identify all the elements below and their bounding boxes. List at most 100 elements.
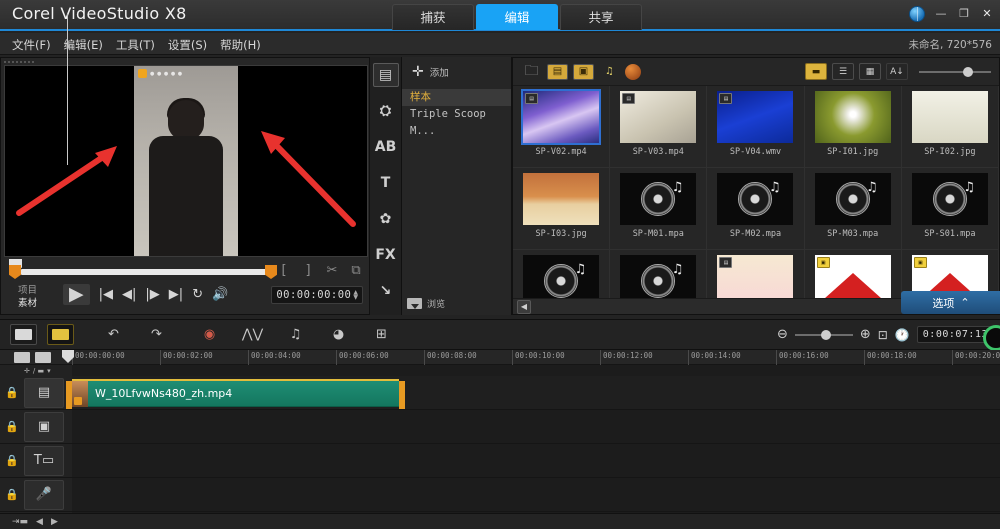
media-icon[interactable]: ▤ — [373, 63, 399, 87]
timecode-stepper[interactable]: ▲▼ — [353, 290, 358, 300]
lock-icon[interactable]: 🔒 — [0, 420, 24, 433]
next-frame-button[interactable]: |▶ — [145, 288, 159, 301]
mark-in-button[interactable]: [ — [277, 263, 291, 278]
remove-track-icon[interactable]: / ▬ — [33, 367, 44, 375]
library-folder-sample[interactable]: 样本 — [402, 89, 511, 106]
library-thumbnail[interactable]: ▣ — [815, 255, 891, 300]
scrub-track[interactable] — [21, 269, 276, 275]
plus-icon[interactable]: ✛ — [412, 67, 424, 77]
fit-project-button[interactable]: ⊡ — [878, 328, 888, 342]
library-thumbnail[interactable] — [815, 91, 891, 143]
library-thumbnail[interactable]: ▤ — [717, 255, 793, 300]
title-track-icon[interactable]: T▭ — [24, 446, 64, 476]
library-item[interactable]: SP-I02.jpg — [902, 86, 999, 168]
fx-icon[interactable]: FX — [373, 243, 399, 267]
globe-icon[interactable] — [909, 6, 925, 22]
library-thumbnail[interactable]: ♫ — [717, 173, 793, 225]
auto-music-button[interactable]: ♫ — [282, 324, 309, 345]
thumbnail-view-button[interactable]: ▬ — [805, 63, 827, 80]
add-track-icon[interactable]: ✛ — [24, 367, 30, 375]
repeat-button[interactable]: ↻ — [192, 288, 203, 301]
library-thumbnail[interactable]: ♫ — [620, 255, 696, 300]
library-item[interactable]: ▤ SP-V02.mp4 — [513, 86, 610, 168]
redo-button[interactable]: ↷ — [143, 324, 170, 345]
record-capture-button[interactable]: ◉ — [196, 324, 223, 345]
library-thumbnail[interactable]: ▤ — [523, 91, 599, 143]
library-folder-triplescoop[interactable]: Triple Scoop M... — [402, 106, 511, 123]
record-indicator-icon[interactable] — [983, 325, 1000, 351]
track-manager-icon[interactable] — [35, 352, 51, 363]
transition-icon[interactable]: ⛭ — [373, 99, 399, 123]
motion-tracking-button[interactable]: ◕ — [325, 324, 352, 345]
step-tab-share[interactable]: 共享 — [560, 4, 642, 30]
preview-scrubber[interactable]: [ ] ✂ ⧉ — [1, 259, 371, 281]
library-thumbnail[interactable]: ▤ — [620, 91, 696, 143]
timeline-clip[interactable]: W_10LfvwNs480_zh.mp4 — [72, 379, 399, 407]
track-header-video[interactable]: 🔒 ▤ — [0, 376, 72, 410]
title-ab-icon[interactable]: AB — [373, 135, 399, 159]
color-filter-icon[interactable] — [625, 64, 641, 80]
mode-clip-label[interactable]: 素材 — [18, 297, 37, 310]
minimize-button[interactable]: — — [934, 7, 948, 21]
path-icon[interactable]: ↘ — [373, 279, 399, 303]
lane-overlay[interactable] — [72, 410, 1000, 444]
timeline-view-button[interactable] — [47, 324, 74, 345]
video-filter-icon[interactable]: ▤ — [547, 64, 568, 80]
multitrim-button[interactable]: ⊞ — [368, 324, 395, 345]
image-filter-icon[interactable]: ▣ — [573, 64, 594, 80]
track-header-voice[interactable]: 🔒 🎤 — [0, 478, 72, 512]
library-thumbnail[interactable] — [523, 173, 599, 225]
library-item[interactable]: ♫ SP-M02.mpa — [707, 168, 804, 250]
track-header-title[interactable]: 🔒 T▭ — [0, 444, 72, 478]
library-item[interactable]: ▤ SP-V03.mp4 — [610, 86, 707, 168]
lock-icon[interactable]: 🔒 — [0, 386, 24, 399]
video-track-icon[interactable]: ▤ — [24, 378, 64, 408]
close-button[interactable]: ✕ — [980, 7, 994, 21]
lock-icon[interactable]: 🔒 — [0, 454, 24, 467]
timeline-zoom-slider[interactable] — [795, 329, 853, 341]
library-thumbnail[interactable]: ▤ — [717, 91, 793, 143]
library-thumbnail[interactable]: ♫ — [620, 173, 696, 225]
enlarge-preview-button[interactable]: ⧉ — [349, 263, 363, 278]
library-add-label[interactable]: 添加 — [430, 65, 449, 79]
library-item[interactable]: ♫ — [513, 250, 610, 300]
sort-button[interactable]: A↓ — [886, 63, 908, 80]
library-item[interactable]: ♫ SP-M03.mpa — [805, 168, 902, 250]
scroll-left-button[interactable]: ◀ — [36, 517, 43, 527]
voice-track-icon[interactable]: 🎤 — [24, 480, 64, 510]
storyboard-view-button[interactable] — [10, 324, 37, 345]
library-thumbnail[interactable]: ♫ — [912, 173, 988, 225]
menu-file[interactable]: 文件(F) — [12, 33, 64, 57]
scroll-right-button[interactable]: ▶ — [51, 517, 58, 527]
library-item[interactable]: ▤ — [707, 250, 804, 300]
library-zoom-slider[interactable] — [919, 65, 991, 79]
menu-tools[interactable]: 工具(T) — [116, 33, 168, 57]
library-thumbnail[interactable]: ♫ — [523, 255, 599, 300]
library-back-button[interactable]: ◀ — [517, 300, 531, 314]
timeline-zoom-knob[interactable] — [821, 330, 831, 340]
lock-icon[interactable]: 🔒 — [0, 488, 24, 501]
audio-mixer-button[interactable]: ⋀⋁ — [239, 324, 266, 345]
menu-settings[interactable]: 设置(S) — [168, 33, 220, 57]
menu-help[interactable]: 帮助(H) — [220, 33, 274, 57]
preview-mode-toggle[interactable]: 项目 素材 — [18, 284, 37, 310]
split-clip-button[interactable]: ✂ — [325, 263, 339, 278]
lane-video[interactable]: W_10LfvwNs480_zh.mp4 — [72, 376, 1000, 410]
preview-timecode[interactable]: 00:00:00:00 ▲▼ — [271, 286, 363, 304]
library-item[interactable]: ♫ SP-M01.mpa — [610, 168, 707, 250]
text-icon[interactable]: T — [373, 171, 399, 195]
zoom-slider-knob[interactable] — [963, 67, 973, 77]
zoom-in-button[interactable]: ⊕ — [860, 327, 871, 342]
list-view-button[interactable]: ☰ — [832, 63, 854, 80]
library-item[interactable]: ♫ — [610, 250, 707, 300]
lane-voice[interactable] — [72, 478, 1000, 512]
mode-project-label[interactable]: 项目 — [18, 284, 37, 297]
track-menu-icon[interactable]: ▾ — [47, 367, 51, 375]
previous-frame-button[interactable]: ◀| — [122, 288, 136, 301]
grid-view-button[interactable]: ▦ — [859, 63, 881, 80]
library-item[interactable]: SP-I03.jpg — [513, 168, 610, 250]
overlay-track-icon[interactable]: ▣ — [24, 412, 64, 442]
track-header-overlay[interactable]: 🔒 ▣ — [0, 410, 72, 444]
library-thumbnail[interactable] — [912, 91, 988, 143]
trim-in-handle[interactable] — [9, 265, 21, 279]
